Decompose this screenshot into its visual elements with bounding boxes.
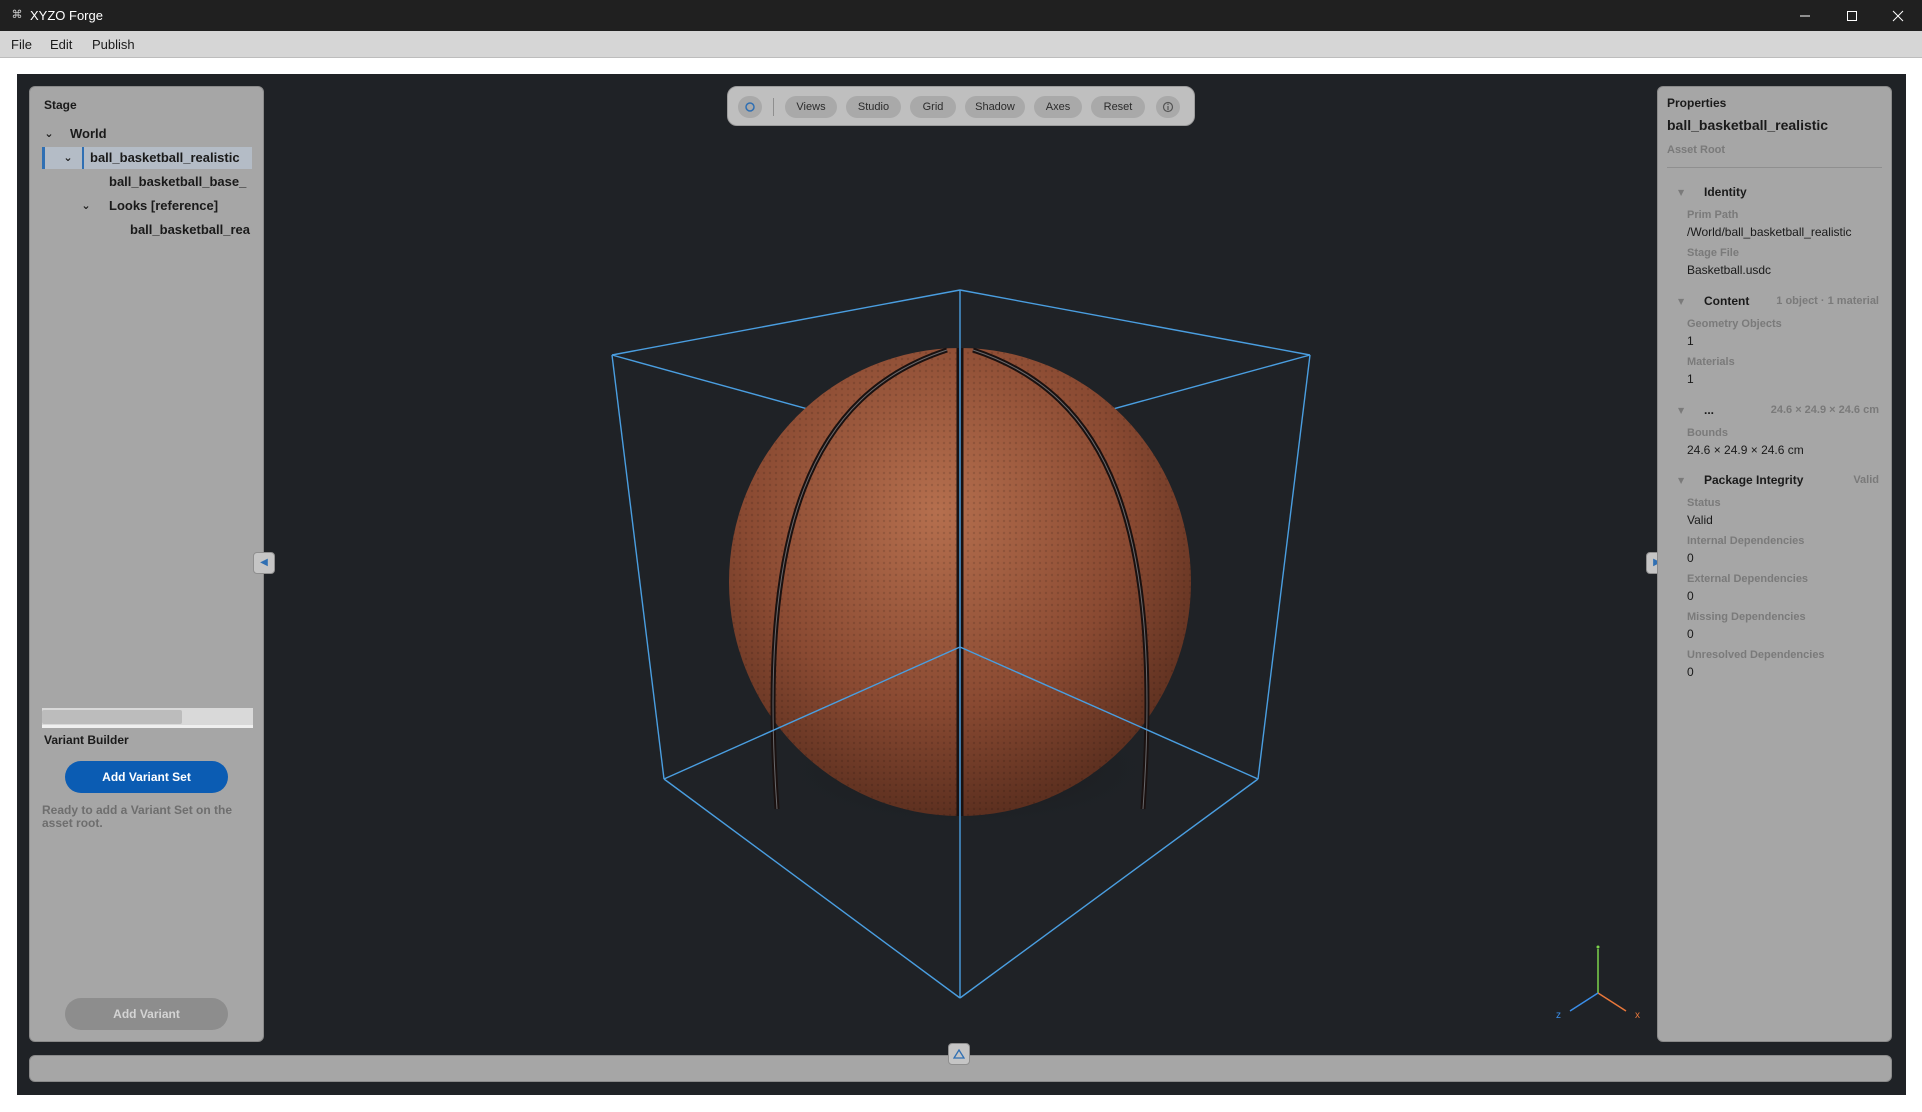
- asset-kind: Asset Root: [1667, 144, 1726, 156]
- minimize-icon: [1800, 15, 1810, 16]
- menu-file[interactable]: File: [11, 31, 32, 58]
- axes-gizmo: [1569, 945, 1627, 1012]
- studio-button[interactable]: Studio: [846, 96, 901, 118]
- external-deps-label: External Dependencies: [1687, 573, 1809, 585]
- prim-path-label: Prim Path: [1687, 209, 1739, 221]
- grid-button[interactable]: Grid: [910, 96, 956, 118]
- section-identity[interactable]: Identity: [1704, 185, 1747, 199]
- materials-label: Materials: [1687, 356, 1735, 368]
- missing-deps-value: 0: [1687, 627, 1694, 641]
- internal-deps-label: Internal Dependencies: [1687, 535, 1805, 547]
- status-label: Status: [1687, 497, 1721, 509]
- menu-edit[interactable]: Edit: [50, 31, 72, 58]
- axes-button[interactable]: Axes: [1034, 96, 1082, 118]
- maximize-button[interactable]: [1829, 0, 1875, 31]
- close-icon: [1892, 10, 1904, 21]
- expand-bottom-drawer-button[interactable]: [948, 1043, 970, 1065]
- tree-item-base-mesh[interactable]: ball_basketball_base_: [42, 171, 252, 193]
- toolbar-divider: [773, 98, 774, 116]
- materials-value: 1: [1687, 372, 1694, 386]
- asset-name: ball_basketball_realistic: [1667, 117, 1829, 133]
- xyzo-logo-icon: ⌘: [11, 8, 23, 21]
- views-button[interactable]: Views: [785, 96, 837, 118]
- internal-deps-value: 0: [1687, 551, 1694, 565]
- chevron-down-icon[interactable]: ⌄: [61, 147, 75, 169]
- axis-label-x: x: [1635, 1010, 1640, 1021]
- tree-item-material[interactable]: ball_basketball_rea: [42, 219, 252, 241]
- stage-panel: Stage ⌄ World ⌄ ball_basketball_realisti…: [29, 86, 264, 1042]
- geometry-label: Geometry Objects: [1687, 318, 1782, 330]
- minimize-button[interactable]: [1782, 0, 1828, 31]
- integrity-summary: Valid: [1853, 474, 1879, 486]
- external-deps-value: 0: [1687, 589, 1694, 603]
- viewport-toolbar: Views Studio Grid Shadow Axes Reset: [727, 86, 1195, 126]
- content-summary: 1 object · 1 material: [1776, 295, 1879, 307]
- info-icon: [1162, 101, 1174, 113]
- variant-status-text: Ready to add a Variant Set on the asset …: [42, 803, 233, 830]
- tree-item-label: World: [70, 126, 107, 141]
- add-variant-button[interactable]: Add Variant: [65, 998, 228, 1030]
- stage-file-value: Basketball.usdc: [1687, 263, 1772, 277]
- tree-item-asset-root[interactable]: ⌄ ball_basketball_realistic: [42, 147, 252, 169]
- section-bounds[interactable]: ...: [1704, 403, 1714, 417]
- triangle-up-icon: [953, 1049, 965, 1059]
- close-button[interactable]: [1875, 0, 1921, 31]
- status-value: Valid: [1687, 513, 1713, 527]
- stage-file-label: Stage File: [1687, 247, 1739, 259]
- section-content[interactable]: Content: [1704, 294, 1749, 308]
- chevron-down-icon[interactable]: ⌄: [42, 123, 56, 145]
- add-variant-set-button[interactable]: Add Variant Set: [65, 761, 228, 793]
- divider: [1667, 167, 1882, 168]
- orbit-icon: [745, 102, 755, 112]
- scrollbar-thumb[interactable]: [42, 710, 182, 724]
- axis-label-z: z: [1556, 1010, 1561, 1021]
- viewport-3d[interactable]: x z: [17, 74, 1906, 1095]
- bounds-label: Bounds: [1687, 427, 1728, 439]
- bounds-summary: 24.6 × 24.9 × 24.6 cm: [1770, 404, 1879, 416]
- bounds-value: 24.6 × 24.9 × 24.6 cm: [1687, 443, 1804, 457]
- collapse-triangle-icon[interactable]: ▼: [1678, 476, 1684, 485]
- chevron-left-icon: ◀: [260, 557, 268, 568]
- collapse-triangle-icon[interactable]: ▼: [1678, 406, 1684, 415]
- reset-button[interactable]: Reset: [1091, 96, 1145, 118]
- collapse-left-panel-button[interactable]: ◀: [253, 552, 275, 574]
- tree-item-label: Looks [reference]: [109, 198, 219, 213]
- window-title: XYZO Forge: [30, 8, 103, 23]
- properties-title: Properties: [1667, 96, 1727, 110]
- menu-publish[interactable]: Publish: [92, 31, 135, 58]
- tree-item-label: ball_basketball_base_: [109, 174, 247, 189]
- stage-title: Stage: [44, 98, 77, 112]
- missing-deps-label: Missing Dependencies: [1687, 611, 1806, 623]
- maximize-icon: [1847, 10, 1857, 21]
- chevron-down-icon[interactable]: ⌄: [79, 195, 93, 217]
- tree-item-looks[interactable]: ⌄ Looks [reference]: [42, 195, 252, 217]
- viewport-canvas[interactable]: [17, 74, 1906, 1095]
- section-integrity[interactable]: Package Integrity: [1704, 473, 1803, 487]
- tree-item-label: ball_basketball_realistic: [82, 147, 240, 169]
- collapse-triangle-icon[interactable]: ▼: [1678, 188, 1684, 197]
- orbit-button[interactable]: [738, 96, 762, 118]
- unresolved-deps-label: Unresolved Dependencies: [1687, 649, 1825, 661]
- horizontal-scrollbar[interactable]: [42, 708, 253, 728]
- unresolved-deps-value: 0: [1687, 665, 1694, 679]
- collapse-triangle-icon[interactable]: ▼: [1678, 297, 1684, 306]
- info-button[interactable]: [1156, 96, 1180, 118]
- variant-builder-title: Variant Builder: [44, 733, 129, 747]
- tree-item-label: ball_basketball_rea: [130, 222, 250, 237]
- prim-path-value: /World/ball_basketball_realistic: [1687, 225, 1852, 239]
- menu-bar: File Edit Publish: [0, 31, 1922, 58]
- tree-item-world[interactable]: ⌄ World: [42, 123, 252, 145]
- geometry-value: 1: [1687, 334, 1694, 348]
- shadow-button[interactable]: Shadow: [965, 96, 1025, 118]
- properties-panel: Properties ball_basketball_realistic Ass…: [1657, 86, 1892, 1042]
- title-bar: ⌘ XYZO Forge: [0, 0, 1922, 31]
